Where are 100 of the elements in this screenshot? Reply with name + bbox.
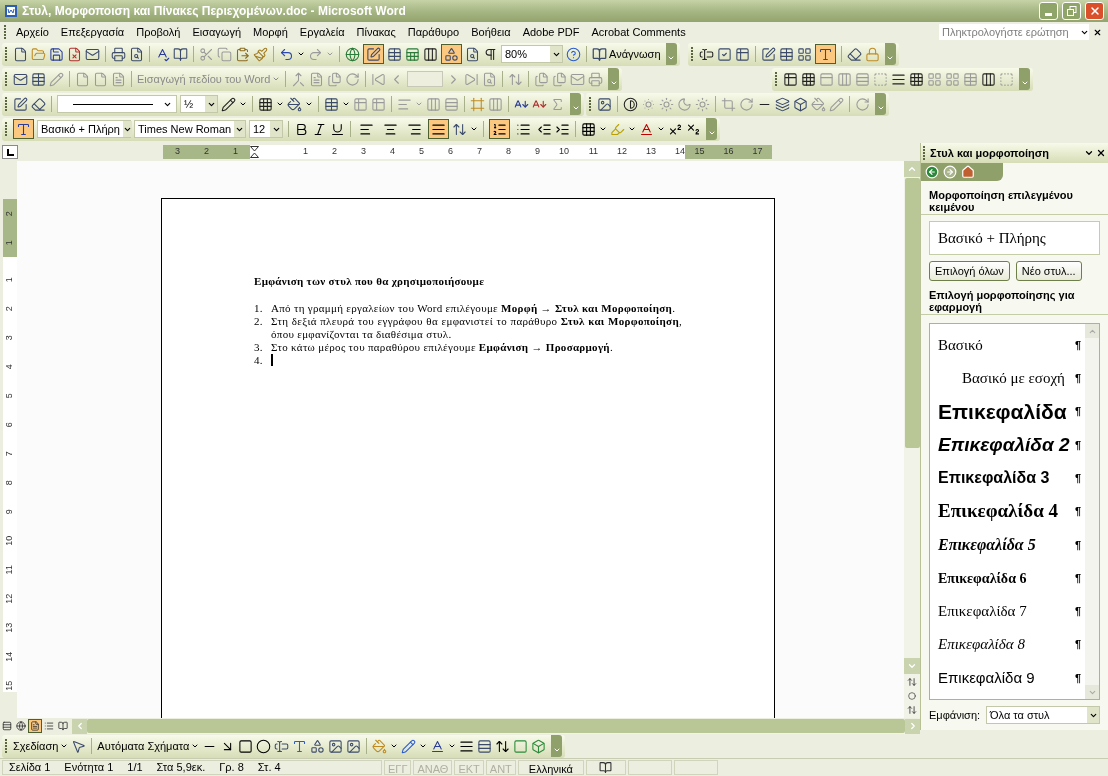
- ruler-number: 13: [646, 145, 656, 159]
- status-field: Σελίδα 1: [9, 759, 51, 776]
- help-search-field[interactable]: Πληκτρολογήστε ερώτηση: [939, 24, 1089, 40]
- status-field: Στα 5,9εκ.: [156, 759, 206, 776]
- menu-item[interactable]: Επεξεργασία: [55, 23, 130, 41]
- draw-menu[interactable]: Σχεδίαση: [13, 737, 69, 755]
- list-item-text: Στη δεξιά πλευρά του εγγράφου θα εμφανιστεί το παράθυρο Στυλ και Μορφοποίηση, όπου εμφανίζονται τα διαθέσιμα στυλ.: [271, 314, 682, 341]
- ruler-number: 3: [361, 145, 366, 159]
- ruler-number: 13: [3, 622, 16, 633]
- menu-item[interactable]: Εργαλεία: [294, 23, 350, 41]
- ruler-number: 7: [477, 145, 482, 159]
- font-size-dropdown[interactable]: 12: [249, 120, 283, 138]
- list-number: 2.: [254, 314, 264, 329]
- menu-item[interactable]: Adobe PDF: [517, 23, 585, 41]
- list-item-text: Από τη γραμμή εργαλείων του Word επιλέγουμε Μορφή → Στυλ και Μορφοποίηση.: [271, 301, 676, 315]
- paragraph-mark: ¶: [1074, 404, 1081, 420]
- paragraph-mark: ¶: [1074, 537, 1081, 553]
- paragraph-mark: ¶: [1074, 437, 1081, 453]
- ruler-number: 2: [332, 145, 337, 159]
- ruler-number: 6: [3, 421, 16, 427]
- status-field: Γρ. 8: [219, 759, 244, 776]
- style-item[interactable]: Επικεφαλίδα 8 ¶: [938, 629, 1081, 660]
- menu-item[interactable]: Εισαγωγή: [187, 23, 247, 41]
- paragraph-mark: ¶: [1074, 637, 1081, 653]
- pane-button[interactable]: Επιλογή όλων: [929, 261, 1010, 281]
- window-title: Στυλ, Μορφοποιση και Πίνακες Περιεχομένων.doc - Microsoft Word: [22, 3, 406, 20]
- ruler-number: 10: [559, 145, 569, 159]
- menu-item[interactable]: Βοήθεια: [466, 23, 516, 41]
- ruler-number: 9: [3, 508, 16, 514]
- ruler-number: 16: [723, 145, 734, 159]
- ruler-number: 2: [3, 305, 16, 311]
- ruler-number: 1: [3, 276, 16, 282]
- ruler-number: 8: [3, 479, 16, 485]
- section-heading: Μορφοποίηση επιλεγμένου κειμένου: [921, 189, 1108, 215]
- style-item[interactable]: Επικεφαλίδα 3 ¶: [938, 463, 1081, 494]
- status-field: Στ. 4: [257, 759, 281, 776]
- reading-button[interactable]: Ανάγνωση: [592, 45, 661, 63]
- style-item[interactable]: Επικεφαλίδα 2 ¶: [938, 429, 1081, 460]
- style-item[interactable]: Επικεφαλίδα 7 ¶: [938, 596, 1081, 627]
- menu-item[interactable]: Acrobat Comments: [586, 23, 691, 41]
- status-field: Ενότητα 1: [64, 759, 114, 776]
- ruler-number: 15: [694, 145, 705, 159]
- style-item[interactable]: Βασικό με εσοχή ¶: [938, 363, 1081, 394]
- ruler-number: 3: [175, 145, 180, 159]
- ruler-number: 2: [3, 211, 16, 216]
- ruler-number: 17: [752, 145, 763, 159]
- style-item[interactable]: Επικεφαλίδα ¶: [938, 396, 1081, 427]
- menu-item[interactable]: Πίνακας: [351, 23, 401, 41]
- ruler-number: 2: [204, 145, 209, 159]
- paragraph-mark: ¶: [1074, 337, 1081, 353]
- style-dropdown[interactable]: Βασικό + Πλήρη: [37, 120, 131, 138]
- ruler-number: 8: [506, 145, 511, 159]
- ruler-number: 1: [3, 240, 16, 245]
- style-item[interactable]: Επικεφαλίδα 5 ¶: [938, 529, 1081, 560]
- ruler-number: 11: [3, 564, 16, 574]
- style-item[interactable]: Βασικό ¶: [938, 330, 1081, 360]
- style-item[interactable]: Επικεφαλίδα 4 ¶: [938, 496, 1081, 527]
- ruler-number: 6: [448, 145, 453, 159]
- menu-item[interactable]: Προβολή: [131, 23, 186, 41]
- ruler-number: 4: [390, 145, 395, 159]
- paragraph-mark: ¶: [1074, 604, 1081, 620]
- list-item-text: Στο κάτω μέρος του παραθύρου επιλέγουμε Εμφάνιση → Προσαρμογή.: [271, 340, 613, 354]
- menu-item[interactable]: Παράθυρο: [402, 23, 465, 41]
- ruler-number: 1: [233, 145, 238, 159]
- ruler-number: 15: [3, 680, 16, 691]
- list-number: 4.: [254, 353, 264, 367]
- ruler-number: 3: [3, 334, 16, 340]
- ruler-number: 10: [3, 535, 16, 546]
- pane-button[interactable]: Νέο στυλ...: [1015, 261, 1082, 281]
- document-heading: Εμφάνιση των στυλ που θα χρησιμοποιήσουμε: [254, 274, 486, 289]
- style-item[interactable]: Επικεφαλίδα 6 ¶: [938, 563, 1081, 594]
- paragraph-mark: ¶: [1074, 670, 1081, 686]
- ruler-number: 5: [419, 145, 424, 159]
- ruler-number: 7: [3, 450, 16, 456]
- ruler-number: 11: [588, 145, 598, 159]
- zoom-dropdown[interactable]: 80%: [501, 45, 563, 63]
- list-number: 1.: [254, 301, 264, 315]
- font-dropdown[interactable]: Times New Roman: [134, 120, 246, 138]
- show-dropdown[interactable]: Όλα τα στυλ: [986, 706, 1100, 724]
- show-label: Εμφάνιση:: [929, 707, 981, 723]
- paragraph-mark: ¶: [1074, 371, 1081, 387]
- style-item[interactable]: Επικεφαλίδα 9 ¶: [938, 662, 1081, 693]
- task-pane-title: Στυλ και μορφοποίηση: [930, 145, 1050, 161]
- ruler-number: 4: [3, 363, 16, 369]
- ruler-number: 9: [535, 145, 540, 159]
- section-heading: Επιλογή μορφοποίησης για εφαρμογή: [921, 289, 1108, 315]
- paragraph-mark: ¶: [1074, 470, 1081, 486]
- menu-item[interactable]: Αρχείο: [11, 23, 54, 41]
- list-number: 3.: [254, 340, 264, 354]
- current-format-field: Βασικό + Πλήρης: [929, 221, 1100, 255]
- ruler-number: 12: [617, 145, 627, 159]
- ruler-number: 5: [3, 392, 16, 398]
- paragraph-mark: ¶: [1074, 504, 1081, 520]
- autoshapes-menu[interactable]: Αυτόματα Σχήματα: [97, 737, 200, 755]
- ruler-number: 1: [303, 145, 308, 159]
- menu-item[interactable]: Μορφή: [248, 23, 293, 41]
- ruler-number: 12: [3, 593, 16, 604]
- paragraph-mark: ¶: [1074, 570, 1081, 586]
- line-weight-dropdown[interactable]: ½: [180, 95, 218, 113]
- language-indicator: Ελληνικά: [517, 760, 584, 775]
